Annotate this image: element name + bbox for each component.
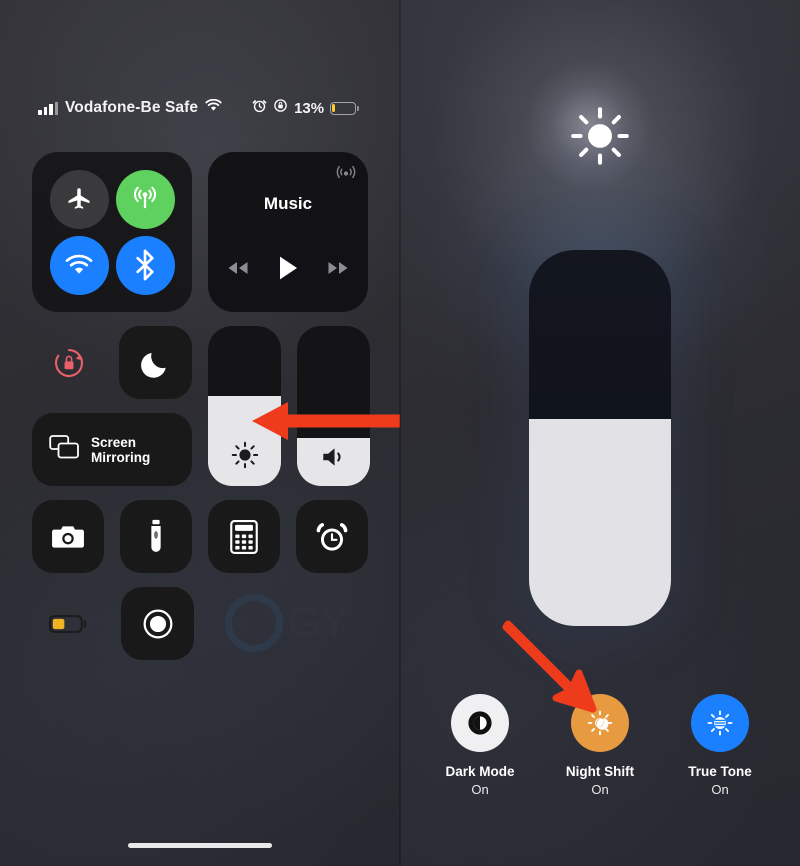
cellular-data-button[interactable]	[115, 169, 175, 229]
carrier-label: Vodafone-Be Safe	[65, 99, 199, 116]
screen-mirroring-icon	[49, 434, 80, 465]
dark-mode-label: Dark Mode	[445, 764, 515, 779]
record-icon	[143, 609, 172, 638]
dark-mode-state: On	[471, 782, 489, 797]
true-tone-label: True Tone	[688, 764, 752, 779]
battery-percent-label: 13%	[294, 99, 325, 117]
calculator-icon	[230, 519, 258, 554]
true-tone-state: On	[711, 782, 729, 797]
wifi-icon	[65, 254, 93, 274]
status-bar: Vodafone-Be Safe 13%	[0, 96, 400, 120]
brightness-slider-expanded[interactable]	[529, 250, 671, 626]
fast-forward-icon[interactable]	[327, 261, 349, 280]
camera-button[interactable]	[32, 500, 104, 573]
moon-icon	[140, 352, 166, 378]
brightness-icon	[208, 440, 281, 470]
bluetooth-icon	[136, 249, 154, 281]
music-title: Music	[263, 194, 313, 213]
true-tone-toggle[interactable]: True Tone On	[668, 694, 772, 797]
volume-icon	[297, 444, 370, 470]
screen-record-button[interactable]	[121, 587, 194, 660]
music-module[interactable]: Music	[208, 152, 368, 312]
cellular-signal-icon	[38, 101, 58, 115]
flashlight-button[interactable]	[120, 500, 192, 573]
connectivity-module	[32, 152, 192, 312]
rotation-lock-icon	[273, 98, 288, 118]
dark-mode-toggle[interactable]: Dark Mode On	[428, 694, 532, 797]
screen-mirroring-button[interactable]: Screen Mirroring	[32, 413, 192, 486]
play-icon[interactable]	[277, 255, 299, 286]
screenshot-root: Vodafone-Be Safe 13% Music Screen Mirror…	[0, 0, 800, 866]
alarm-clock-icon	[316, 522, 348, 551]
true-tone-icon	[691, 694, 749, 752]
rotation-lock-icon	[54, 348, 83, 377]
calculator-button[interactable]	[208, 500, 280, 573]
night-shift-label: Night Shift	[565, 764, 635, 779]
rewind-icon[interactable]	[227, 261, 249, 280]
night-shift-toggle[interactable]: Night Shift On	[548, 694, 652, 797]
battery-icon	[330, 101, 360, 115]
airplay-icon[interactable]	[336, 162, 356, 187]
bluetooth-button[interactable]	[115, 235, 175, 295]
alarm-button[interactable]	[296, 500, 368, 573]
display-modes-row: Dark Mode On Night Shift On True Tone On	[420, 694, 780, 797]
home-indicator	[128, 843, 272, 848]
night-shift-state: On	[591, 782, 609, 797]
screen-mirroring-label: Screen Mirroring	[91, 434, 151, 465]
wifi-button[interactable]	[49, 235, 109, 295]
control-center-panel: Vodafone-Be Safe 13% Music Screen Mirror…	[0, 0, 400, 866]
rotation-lock-button[interactable]	[32, 326, 105, 399]
volume-slider[interactable]	[297, 326, 370, 486]
dark-mode-icon	[451, 694, 509, 752]
panel-divider	[399, 0, 401, 866]
cellular-icon	[133, 186, 157, 209]
airplane-mode-button[interactable]	[49, 169, 109, 229]
airplane-icon	[68, 188, 90, 209]
flashlight-icon	[151, 519, 161, 552]
low-power-mode-button[interactable]	[32, 587, 105, 660]
control-center-grid: Music Screen Mirroring	[32, 152, 370, 660]
battery-icon	[48, 614, 86, 633]
alarm-icon	[252, 98, 267, 118]
brightness-slider[interactable]	[208, 326, 281, 486]
brightness-sun-icon	[524, 60, 654, 190]
do-not-disturb-button[interactable]	[119, 326, 192, 399]
night-shift-icon	[571, 694, 629, 752]
wifi-icon	[205, 98, 222, 117]
camera-icon	[52, 525, 84, 548]
